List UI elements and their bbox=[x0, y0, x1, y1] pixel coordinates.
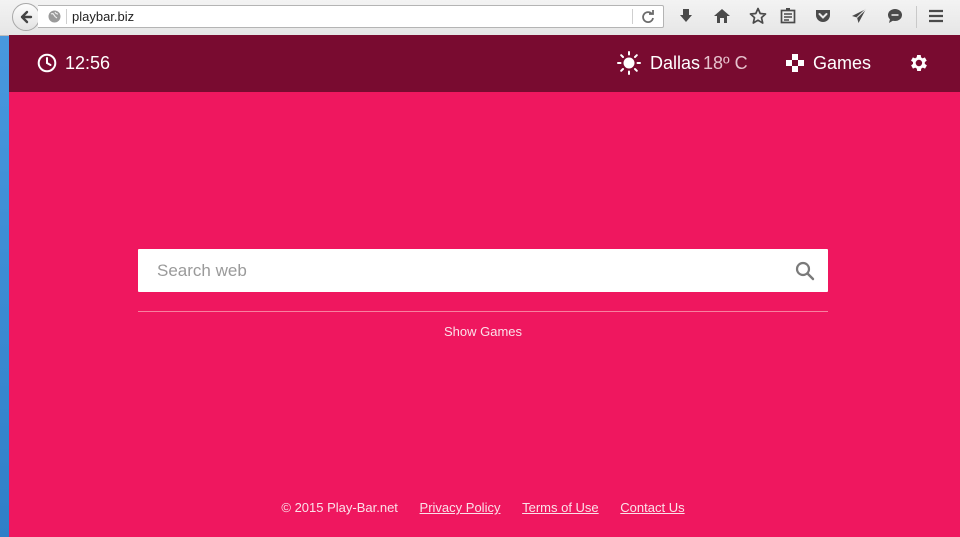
reload-icon[interactable] bbox=[640, 9, 656, 25]
footer: © 2015 Play-Bar.net Privacy Policy Terms… bbox=[9, 500, 957, 515]
show-games-link[interactable]: Show Games bbox=[9, 324, 957, 339]
search-icon[interactable] bbox=[794, 260, 816, 282]
search-input[interactable] bbox=[138, 249, 778, 292]
search-box bbox=[138, 249, 828, 292]
divider bbox=[138, 311, 828, 312]
sun-icon bbox=[617, 51, 641, 75]
browser-toolbar: playbar.biz bbox=[0, 0, 960, 36]
window-frame bbox=[0, 0, 9, 537]
url-text[interactable]: playbar.biz bbox=[72, 9, 134, 24]
home-icon[interactable] bbox=[713, 7, 731, 25]
page-content: 12:56 Dallas 18º C Games Show Games © bbox=[9, 35, 960, 537]
chat-icon[interactable] bbox=[886, 7, 904, 25]
url-separator bbox=[66, 9, 67, 24]
address-bar[interactable]: playbar.biz bbox=[38, 5, 664, 28]
download-icon[interactable] bbox=[677, 7, 695, 25]
send-icon[interactable] bbox=[850, 7, 868, 25]
arrow-left-icon bbox=[20, 10, 33, 24]
contact-us-link[interactable]: Contact Us bbox=[620, 500, 684, 515]
gear-icon[interactable] bbox=[907, 52, 929, 74]
reading-list-icon[interactable] bbox=[779, 7, 797, 25]
globe-icon bbox=[48, 10, 61, 23]
toolbar-separator bbox=[916, 6, 917, 28]
pocket-icon[interactable] bbox=[814, 7, 832, 25]
top-bar: 12:56 Dallas 18º C Games bbox=[9, 35, 960, 92]
terms-of-use-link[interactable]: Terms of Use bbox=[522, 500, 599, 515]
privacy-policy-link[interactable]: Privacy Policy bbox=[420, 500, 501, 515]
reload-separator bbox=[632, 9, 633, 24]
weather-city: Dallas bbox=[650, 53, 701, 73]
back-button[interactable] bbox=[12, 3, 40, 31]
gamepad-icon[interactable] bbox=[785, 53, 805, 73]
clock-time: 12:56 bbox=[65, 53, 111, 73]
games-link[interactable]: Games bbox=[813, 53, 871, 74]
clock-icon bbox=[37, 53, 57, 73]
weather-temperature: 18º C bbox=[703, 53, 748, 73]
menu-icon[interactable] bbox=[927, 7, 945, 25]
bookmark-star-icon[interactable] bbox=[749, 7, 767, 25]
copyright-text: © 2015 Play-Bar.net bbox=[281, 500, 398, 515]
